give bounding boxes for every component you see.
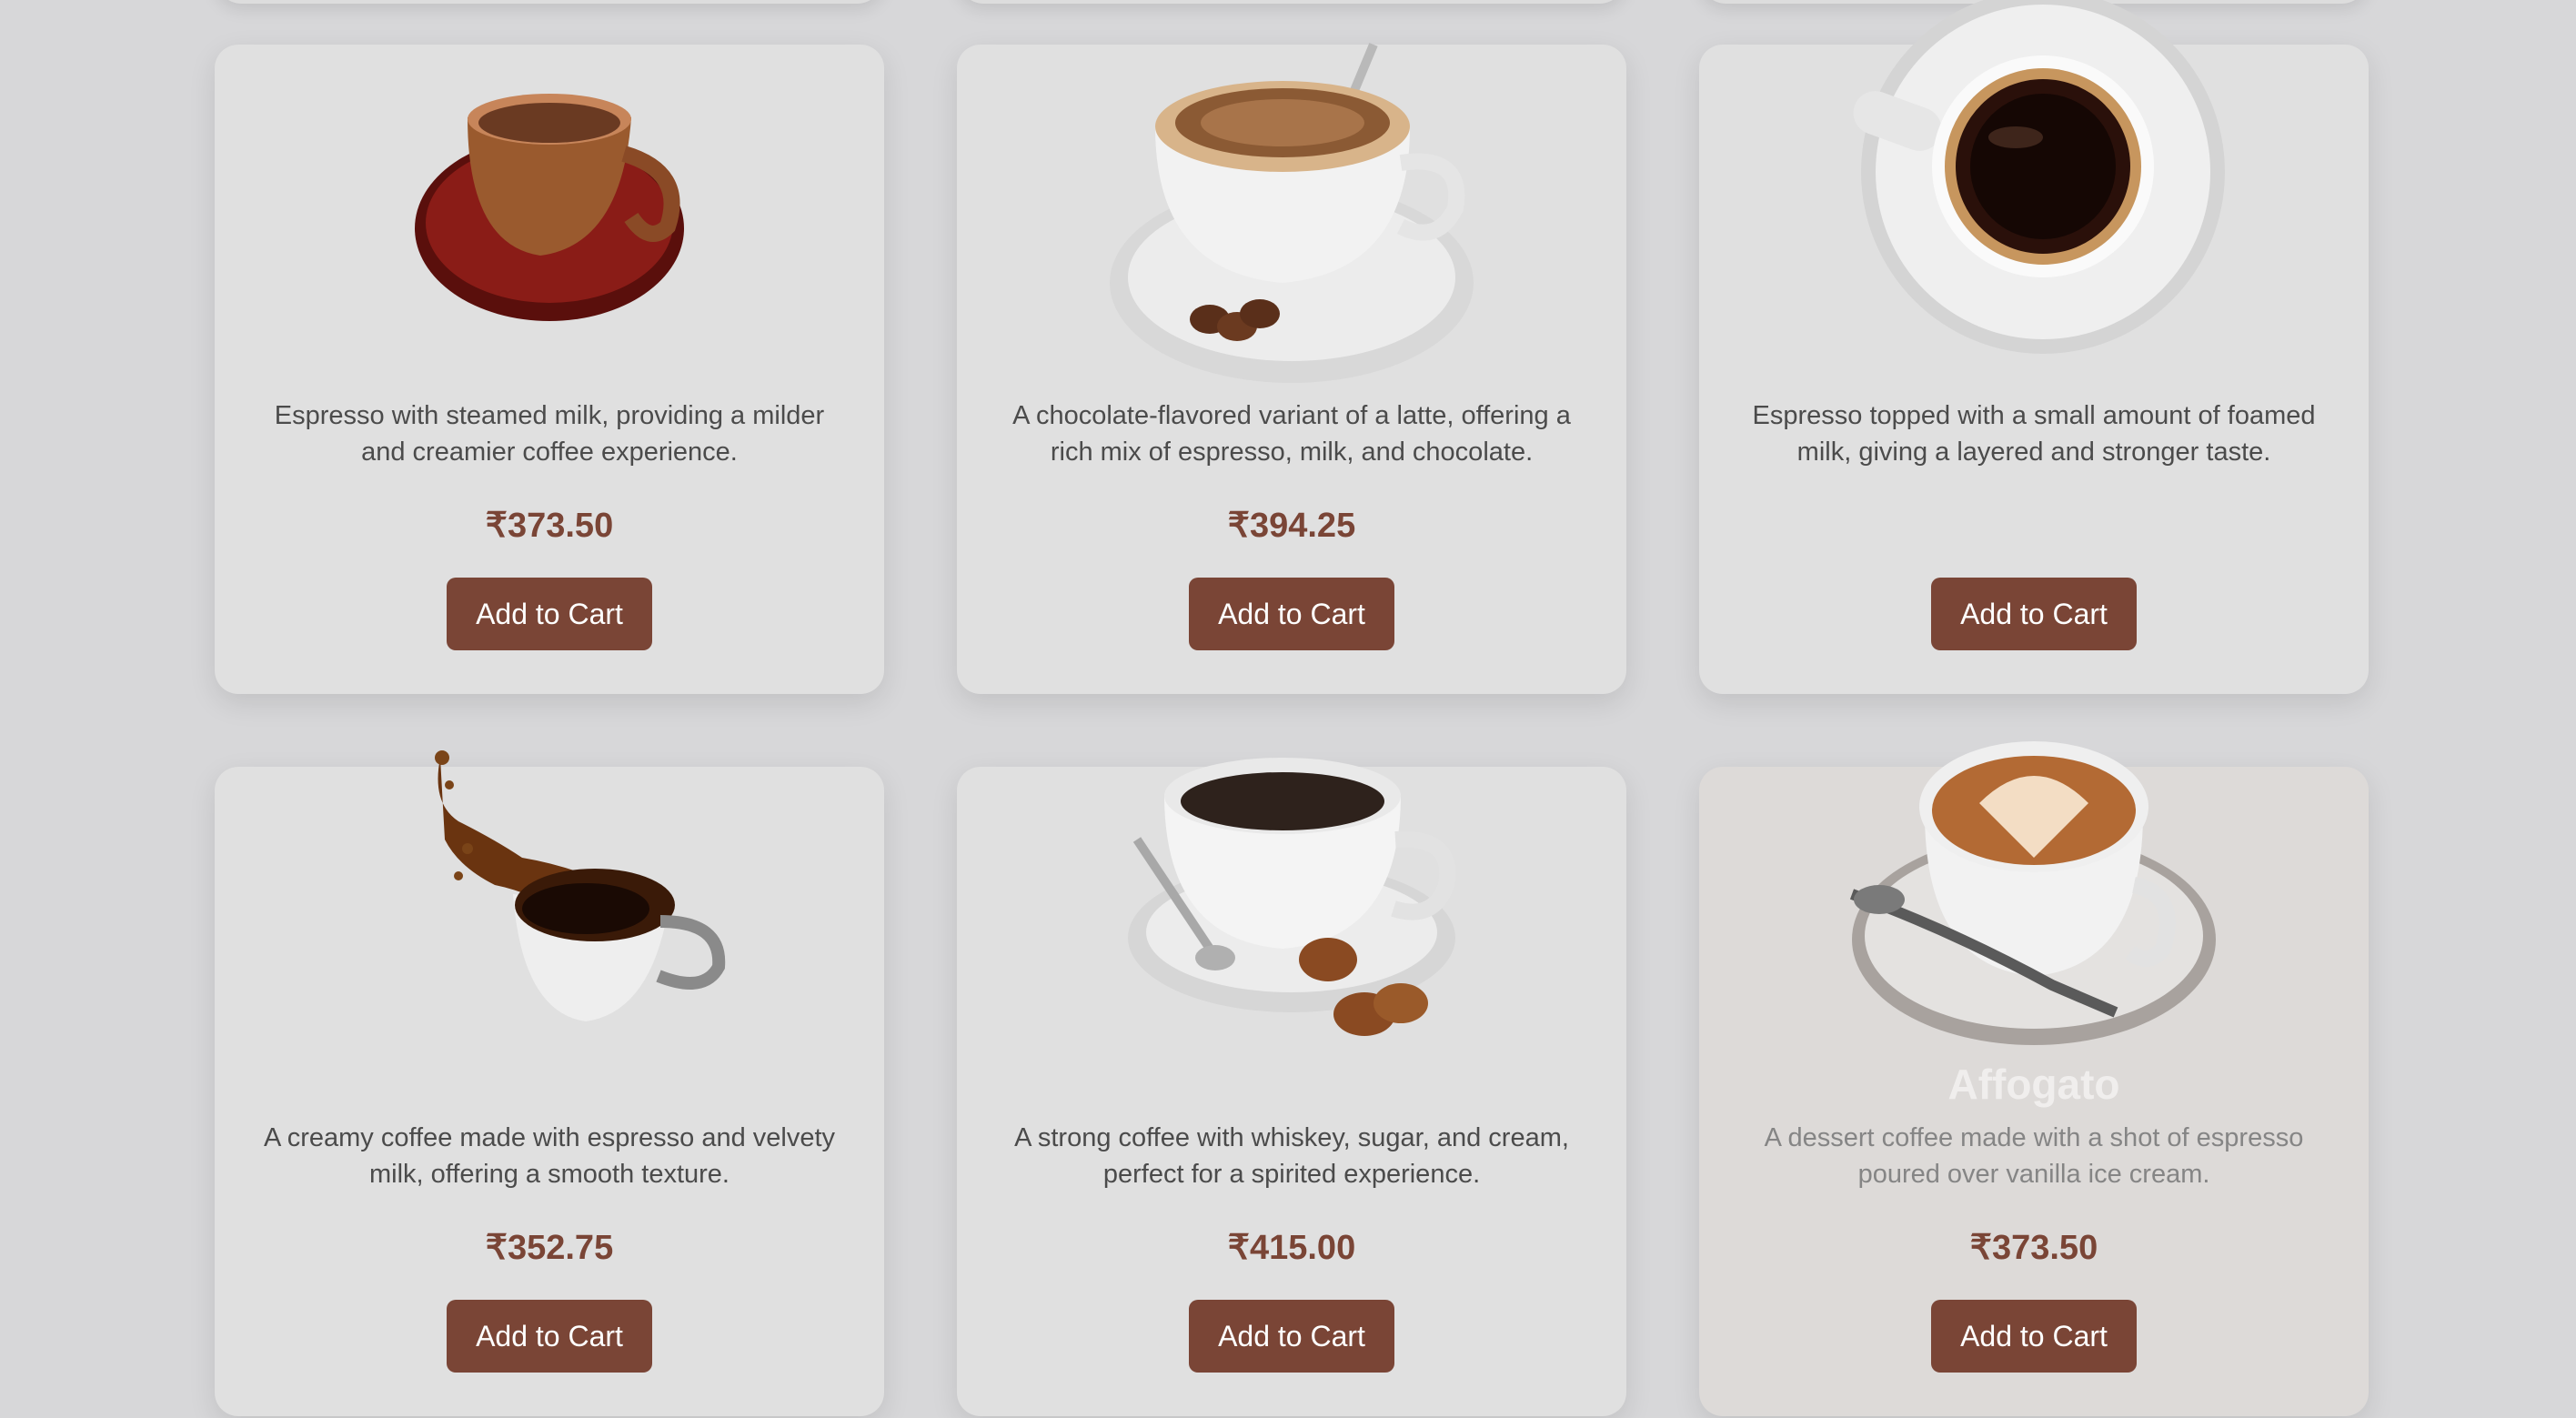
add-to-cart-button[interactable]: Add to Cart [1189,1300,1394,1373]
product-grid: Espresso with steamed milk, providing a … [215,0,2369,1416]
add-to-cart-button[interactable]: Add to Cart [447,1300,652,1373]
previous-row-card-bottom [957,0,1626,4]
product-card: A chocolate-flavored variant of a latte,… [957,43,1626,694]
affogato-cup-image [1843,730,2225,1076]
product-name [215,1058,884,1111]
product-description: A chocolate-flavored variant of a latte,… [1012,401,1571,467]
product-description: Espresso topped with a small amount of f… [1752,401,2316,467]
add-to-cart-button[interactable]: Add to Cart [1931,578,2137,650]
product-price: ₹373.50 [485,507,614,545]
product-name [215,336,884,388]
product-name: Affogato [1947,1061,2120,1108]
product-card: Espresso with steamed milk, providing a … [215,45,884,694]
irish-coffee-cup-image [1101,730,1483,1076]
add-to-cart-button[interactable]: Add to Cart [1189,578,1394,650]
product-price: ₹373.50 [1969,1229,2098,1267]
previous-row-card-bottom [215,0,884,4]
product-price: ₹394.25 [1227,507,1356,545]
product-name [957,1058,1626,1111]
product-description: Espresso with steamed milk, providing a … [274,401,825,467]
product-name [1699,336,2369,388]
product-description: A creamy coffee made with espresso and v… [263,1123,836,1189]
product-card: A creamy coffee made with espresso and v… [215,750,884,1416]
product-price: ₹415.00 [1227,1229,1356,1267]
product-card: Affogato A dessert coffee made with a sh… [1699,741,2369,1416]
add-to-cart-button[interactable]: Add to Cart [1931,1300,2137,1373]
flat-white-splash-image [358,730,740,1076]
product-description: A strong coffee with whiskey, sugar, and… [1014,1123,1569,1189]
product-price: ₹352.75 [485,1229,614,1267]
product-description: A dessert coffee made with a shot of esp… [1764,1123,2304,1189]
product-name [957,336,1626,388]
product-card: A strong coffee with whiskey, sugar, and… [957,758,1626,1416]
product-card: Espresso topped with a small amount of f… [1699,0,2369,694]
add-to-cart-button[interactable]: Add to Cart [447,578,652,650]
